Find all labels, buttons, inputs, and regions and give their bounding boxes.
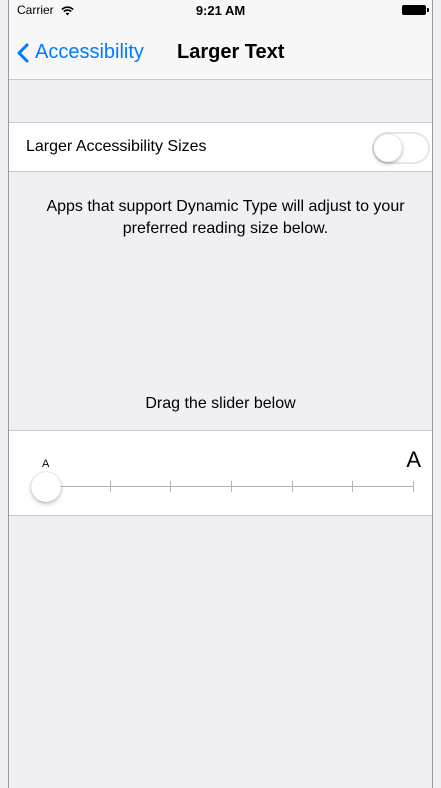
text-size-slider-row: A A bbox=[9, 430, 432, 516]
back-button-label: Accessibility bbox=[35, 41, 144, 63]
battery-icon bbox=[402, 5, 429, 15]
status-time: 9:21 AM bbox=[195, 3, 246, 18]
slider-tick bbox=[413, 481, 414, 492]
slider-thumb[interactable] bbox=[31, 472, 61, 502]
small-text-icon: A bbox=[42, 458, 50, 470]
page-title: Larger Text bbox=[177, 41, 285, 63]
app-frame: Carrier 9:21 AM Accessibility Larger Tex… bbox=[8, 0, 433, 788]
slider-hint: Drag the slider below bbox=[145, 395, 296, 412]
larger-sizes-switch[interactable] bbox=[372, 132, 430, 164]
slider-tick bbox=[352, 481, 354, 492]
slider-tick bbox=[109, 481, 111, 492]
larger-sizes-row: Larger Accessibility Sizes bbox=[9, 122, 432, 172]
status-bar: Carrier 9:21 AM bbox=[9, 0, 432, 20]
chevron-left-icon bbox=[17, 43, 29, 62]
switch-knob bbox=[374, 134, 402, 162]
large-text-icon: A bbox=[406, 447, 421, 472]
slider-tick bbox=[291, 481, 293, 492]
slider-tick bbox=[170, 481, 172, 492]
dynamic-type-description: Apps that support Dynamic Type will adju… bbox=[46, 198, 405, 237]
back-button[interactable]: Accessibility bbox=[17, 41, 144, 64]
larger-sizes-label: Larger Accessibility Sizes bbox=[26, 138, 207, 155]
navigation-bar: Accessibility Larger Text bbox=[9, 20, 432, 80]
slider-tick bbox=[231, 481, 232, 492]
